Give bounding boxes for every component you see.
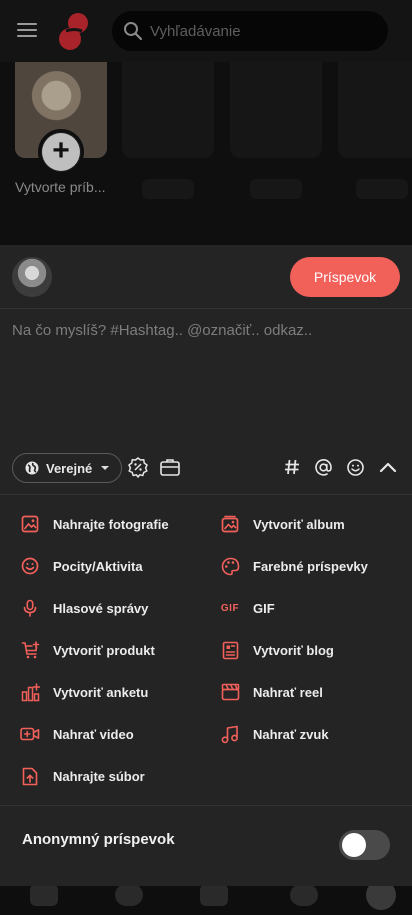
anonymous-post-row: Anonymný príspevok [0, 807, 412, 886]
action-label: Vytvoriť album [253, 516, 345, 532]
post-textarea[interactable] [0, 310, 412, 440]
search-input[interactable] [150, 11, 380, 51]
search-bar[interactable] [112, 11, 388, 51]
hashtag-icon[interactable] [280, 455, 304, 479]
upload-video-button[interactable]: Nahrať video [20, 714, 134, 754]
story-placeholder-label [356, 179, 408, 199]
create-blog-button[interactable]: Vytvoriť blog [220, 630, 334, 670]
logo[interactable] [57, 11, 91, 51]
album-icon [220, 514, 240, 534]
story-placeholder [122, 62, 214, 158]
privacy-label: Verejné [46, 460, 93, 476]
add-story-button[interactable]: + [38, 129, 84, 175]
action-label: Hlasové správy [53, 600, 149, 616]
colored-posts-button[interactable]: Farebné príspevky [220, 546, 368, 586]
file-upload-icon [20, 766, 40, 786]
anonymous-post-label: Anonymný príspevok [22, 831, 175, 848]
sheet-header: Príspevok [0, 245, 412, 309]
chevron-up-icon[interactable] [376, 455, 400, 479]
messages-icon[interactable] [200, 886, 228, 906]
image-icon [20, 514, 40, 534]
action-label: Vytvoriť produkt [53, 642, 155, 658]
story-placeholder-label [142, 179, 194, 199]
smile-icon [20, 556, 40, 576]
create-poll-button[interactable]: Vytvoriť anketu [20, 672, 148, 712]
story-placeholder [230, 62, 322, 158]
emoji-icon[interactable] [343, 455, 367, 479]
action-label: Vytvoriť blog [253, 642, 334, 658]
globe-icon [25, 461, 39, 475]
menu-icon[interactable] [17, 23, 37, 39]
create-story-label: Vytvorte príb... [15, 179, 106, 195]
create-post-sheet: Príspevok Verejné [0, 245, 412, 886]
story-placeholder-label [250, 179, 302, 199]
action-label: Farebné príspevky [253, 558, 368, 574]
action-label: Nahrať zvuk [253, 726, 329, 742]
voice-messages-button[interactable]: Hlasové správy [20, 588, 148, 628]
upload-photos-button[interactable]: Nahrajte fotografie [20, 504, 169, 544]
publish-button[interactable]: Príspevok [290, 257, 400, 297]
avatar [12, 257, 52, 297]
privacy-dropdown[interactable]: Verejné [12, 453, 123, 483]
post-actions-grid: Nahrajte fotografie Pocity/Aktivita Hlas… [0, 496, 412, 806]
poll-icon [20, 682, 40, 702]
action-label: Vytvoriť anketu [53, 684, 149, 700]
briefcase-icon[interactable] [158, 455, 182, 479]
toggle-knob [342, 833, 366, 857]
cart-plus-icon [20, 640, 40, 660]
plus-icon: + [42, 133, 80, 171]
feelings-activity-button[interactable]: Pocity/Aktivita [20, 546, 143, 586]
story-placeholder [338, 62, 412, 158]
composer-toolbar: Verejné [0, 451, 412, 495]
gif-icon: GIF [220, 602, 240, 614]
stories-strip: + Vytvorte príb... [0, 62, 412, 245]
action-label: Nahrajte súbor [53, 768, 145, 784]
gif-button[interactable]: GIF GIF [220, 588, 275, 628]
mention-icon[interactable] [311, 455, 335, 479]
upload-audio-button[interactable]: Nahrať zvuk [220, 714, 329, 754]
clapperboard-icon [220, 682, 240, 702]
action-label: Nahrať video [53, 726, 134, 742]
bottom-nav [0, 886, 412, 915]
upload-file-button[interactable]: Nahrajte súbor [20, 756, 145, 796]
anonymous-post-toggle[interactable] [339, 830, 390, 860]
action-label: Pocity/Aktivita [53, 558, 143, 574]
microphone-icon [20, 598, 40, 618]
home-icon[interactable] [30, 886, 58, 906]
friends-icon[interactable] [115, 886, 143, 906]
chevron-down-icon [101, 466, 110, 470]
palette-icon [220, 556, 240, 576]
blog-icon [220, 640, 240, 660]
video-icon [20, 724, 40, 744]
action-label: Nahrajte fotografie [53, 516, 169, 532]
music-icon [220, 724, 240, 744]
create-product-button[interactable]: Vytvoriť produkt [20, 630, 155, 670]
upload-reel-button[interactable]: Nahrať reel [220, 672, 323, 712]
profile-avatar[interactable] [366, 886, 396, 910]
create-album-button[interactable]: Vytvoriť album [220, 504, 345, 544]
top-bar [0, 0, 412, 62]
action-label: Nahrať reel [253, 684, 323, 700]
search-icon [124, 22, 143, 41]
discount-icon[interactable] [126, 455, 150, 479]
notifications-icon[interactable] [290, 886, 318, 906]
action-label: GIF [253, 600, 275, 616]
